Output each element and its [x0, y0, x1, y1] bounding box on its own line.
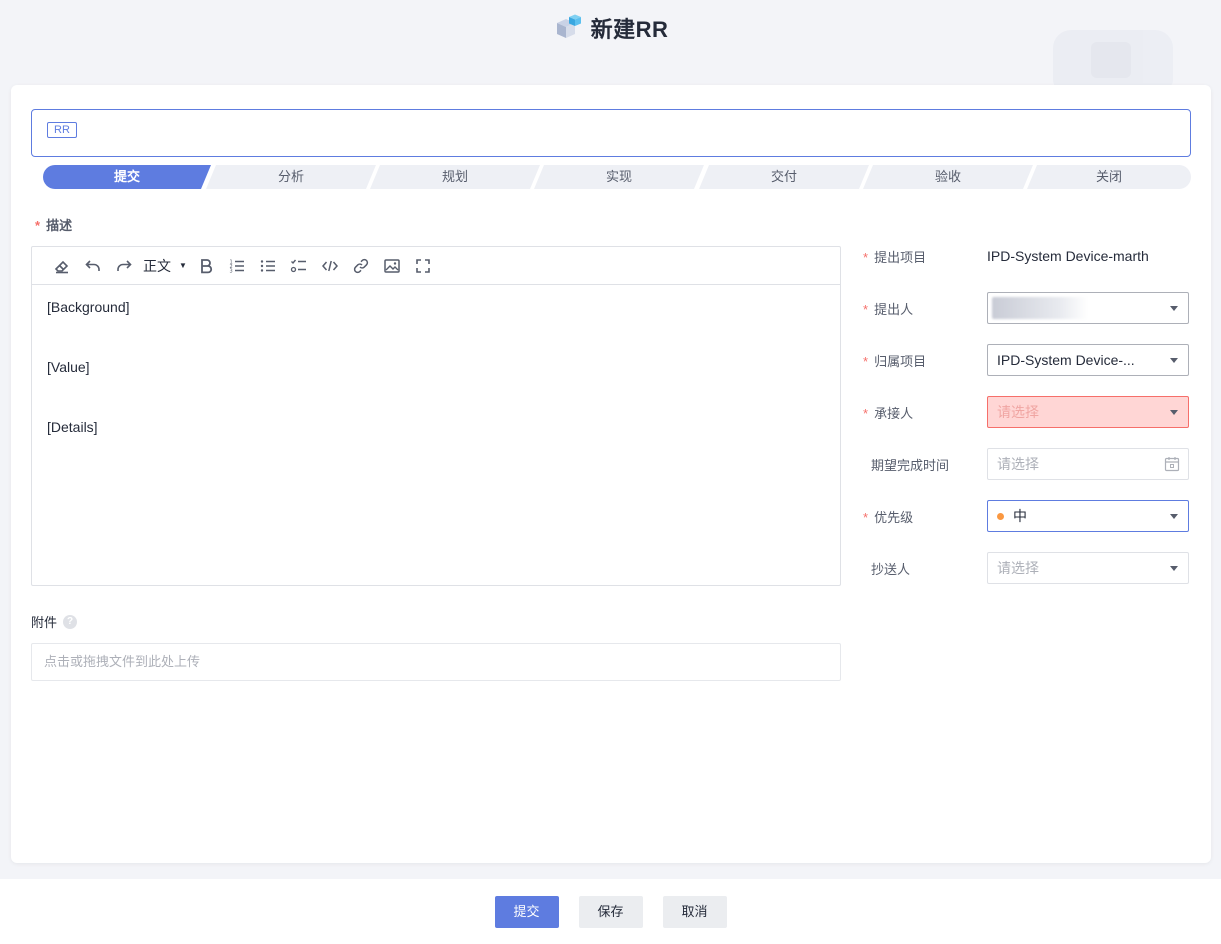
- editor-paragraph: [Details]: [47, 419, 98, 435]
- title-input[interactable]: RR: [31, 109, 1191, 157]
- chevron-down-icon: [1170, 514, 1178, 519]
- required-mark: *: [863, 301, 869, 317]
- submit-button[interactable]: 提交: [494, 895, 559, 928]
- link-icon[interactable]: [346, 254, 377, 278]
- step-delivery[interactable]: 交付: [699, 165, 869, 189]
- assignee-select[interactable]: 请选择: [987, 396, 1189, 428]
- form-row-due-date: 期望完成时间 请选择: [863, 448, 1189, 480]
- form-row-assignee: * 承接人 请选择: [863, 396, 1189, 428]
- attachment-label: 附件 ?: [31, 612, 78, 631]
- type-tag: RR: [47, 122, 77, 138]
- calendar-icon: [1164, 457, 1180, 472]
- form-card: RR 提交 分析 规划 实现 交付 验收 关闭 * 描述 正文 ▼ 1 2 3 …: [11, 85, 1211, 863]
- save-button[interactable]: 保存: [578, 895, 643, 928]
- cancel-button[interactable]: 取消: [662, 895, 727, 928]
- page-header: 新建RR: [0, 0, 1221, 56]
- chevron-down-icon: [1170, 306, 1178, 311]
- code-icon[interactable]: [315, 254, 346, 278]
- description-label: * 描述: [35, 218, 73, 233]
- cc-select[interactable]: 请选择: [987, 552, 1189, 584]
- page-title: 新建RR: [590, 17, 669, 42]
- required-mark: *: [863, 249, 869, 265]
- step-close[interactable]: 关闭: [1027, 165, 1191, 189]
- footer-actions: 提交 保存 取消: [0, 879, 1221, 944]
- workflow-steps: 提交 分析 规划 实现 交付 验收 关闭: [43, 165, 1191, 189]
- required-mark: *: [863, 509, 869, 525]
- step-analysis[interactable]: 分析: [206, 165, 376, 189]
- editor-paragraph: [Background]: [47, 299, 130, 315]
- step-implementation[interactable]: 实现: [534, 165, 704, 189]
- eraser-icon[interactable]: [46, 254, 77, 278]
- belong-project-select[interactable]: IPD-System Device-...: [987, 344, 1189, 376]
- form-row-belong-project: * 归属项目 IPD-System Device-...: [863, 344, 1189, 376]
- fullscreen-icon[interactable]: [408, 254, 439, 278]
- chevron-down-icon: [1170, 358, 1178, 363]
- required-mark: *: [863, 353, 869, 369]
- required-mark: *: [863, 405, 869, 421]
- project-value: IPD-System Device-marth: [987, 248, 1149, 264]
- task-list-icon[interactable]: [284, 254, 315, 278]
- upload-area[interactable]: 点击或拖拽文件到此处上传: [31, 643, 841, 681]
- required-mark: *: [35, 218, 41, 233]
- bold-icon[interactable]: [191, 254, 222, 278]
- caret-icon: ▼: [179, 261, 187, 270]
- cube-logo-icon: [556, 14, 581, 38]
- editor-paragraph: [Value]: [47, 359, 90, 375]
- avatar: [992, 297, 1088, 319]
- proposer-select[interactable]: [987, 292, 1189, 324]
- due-date-picker[interactable]: 请选择: [987, 448, 1189, 480]
- chevron-down-icon: [1170, 566, 1178, 571]
- heading-select[interactable]: 正文 ▼: [139, 254, 191, 278]
- step-acceptance[interactable]: 验收: [863, 165, 1033, 189]
- form-row-priority: * 优先级 中: [863, 500, 1189, 532]
- form-row-project: * 提出项目 IPD-System Device-marth: [863, 248, 1149, 265]
- redo-icon[interactable]: [108, 254, 139, 278]
- undo-icon[interactable]: [77, 254, 108, 278]
- help-icon[interactable]: ?: [63, 614, 78, 629]
- step-submit[interactable]: 提交: [43, 165, 211, 189]
- image-icon[interactable]: [377, 254, 408, 278]
- ordered-list-icon[interactable]: 123: [222, 254, 253, 278]
- form-row-cc: 抄送人 请选择: [863, 552, 1189, 584]
- rich-text-editor: 正文 ▼ 123 [Background] [Value] [Details]: [31, 246, 841, 586]
- editor-content[interactable]: [Background] [Value] [Details]: [32, 285, 840, 489]
- step-planning[interactable]: 规划: [370, 165, 540, 189]
- svg-text:3: 3: [230, 268, 233, 274]
- form-row-proposer: * 提出人: [863, 292, 1189, 324]
- priority-dot-icon: [997, 512, 1004, 520]
- bullet-list-icon[interactable]: [253, 254, 284, 278]
- priority-select[interactable]: 中: [987, 500, 1189, 532]
- editor-toolbar: 正文 ▼ 123: [32, 247, 840, 285]
- chevron-down-icon: [1170, 410, 1178, 415]
